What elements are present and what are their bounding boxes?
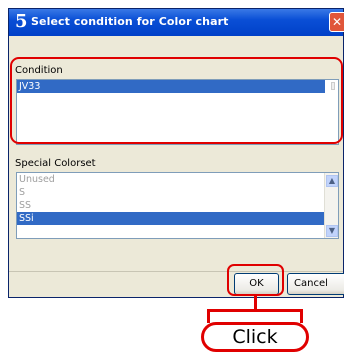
scroll-down-icon[interactable]: ▼ xyxy=(326,225,338,237)
cancel-button[interactable]: Cancel xyxy=(287,273,344,295)
colorset-item-ss[interactable]: SS xyxy=(17,199,338,212)
scroll-up-icon[interactable]: ▲ xyxy=(326,175,338,187)
colorset-item-ssi[interactable]: SSi xyxy=(17,212,338,225)
click-connector-left-tick xyxy=(207,309,210,323)
footer-divider xyxy=(9,271,343,272)
title-bar[interactable]: 5 Select condition for Color chart ✕ xyxy=(9,9,344,36)
close-button[interactable]: ✕ xyxy=(329,12,344,32)
condition-highlight-box xyxy=(10,57,343,144)
colorset-scrollbar[interactable]: ▲ ▼ xyxy=(324,173,338,238)
window-title: Select condition for Color chart xyxy=(31,15,229,28)
step-number-icon: 5 xyxy=(15,11,28,32)
colorset-item-unused[interactable]: Unused xyxy=(17,173,338,186)
colorset-item-s[interactable]: S xyxy=(17,186,338,199)
special-colorset-listbox[interactable]: Unused S SS SSi ▲ ▼ xyxy=(16,172,339,239)
click-connector-horizontal xyxy=(207,309,303,312)
ok-highlight-box xyxy=(227,264,284,296)
click-callout-label: Click xyxy=(201,322,309,352)
select-condition-dialog: 5 Select condition for Color chart ✕ Con… xyxy=(8,8,344,298)
click-connector-right-tick xyxy=(300,309,303,323)
special-colorset-label: Special Colorset xyxy=(15,158,96,169)
